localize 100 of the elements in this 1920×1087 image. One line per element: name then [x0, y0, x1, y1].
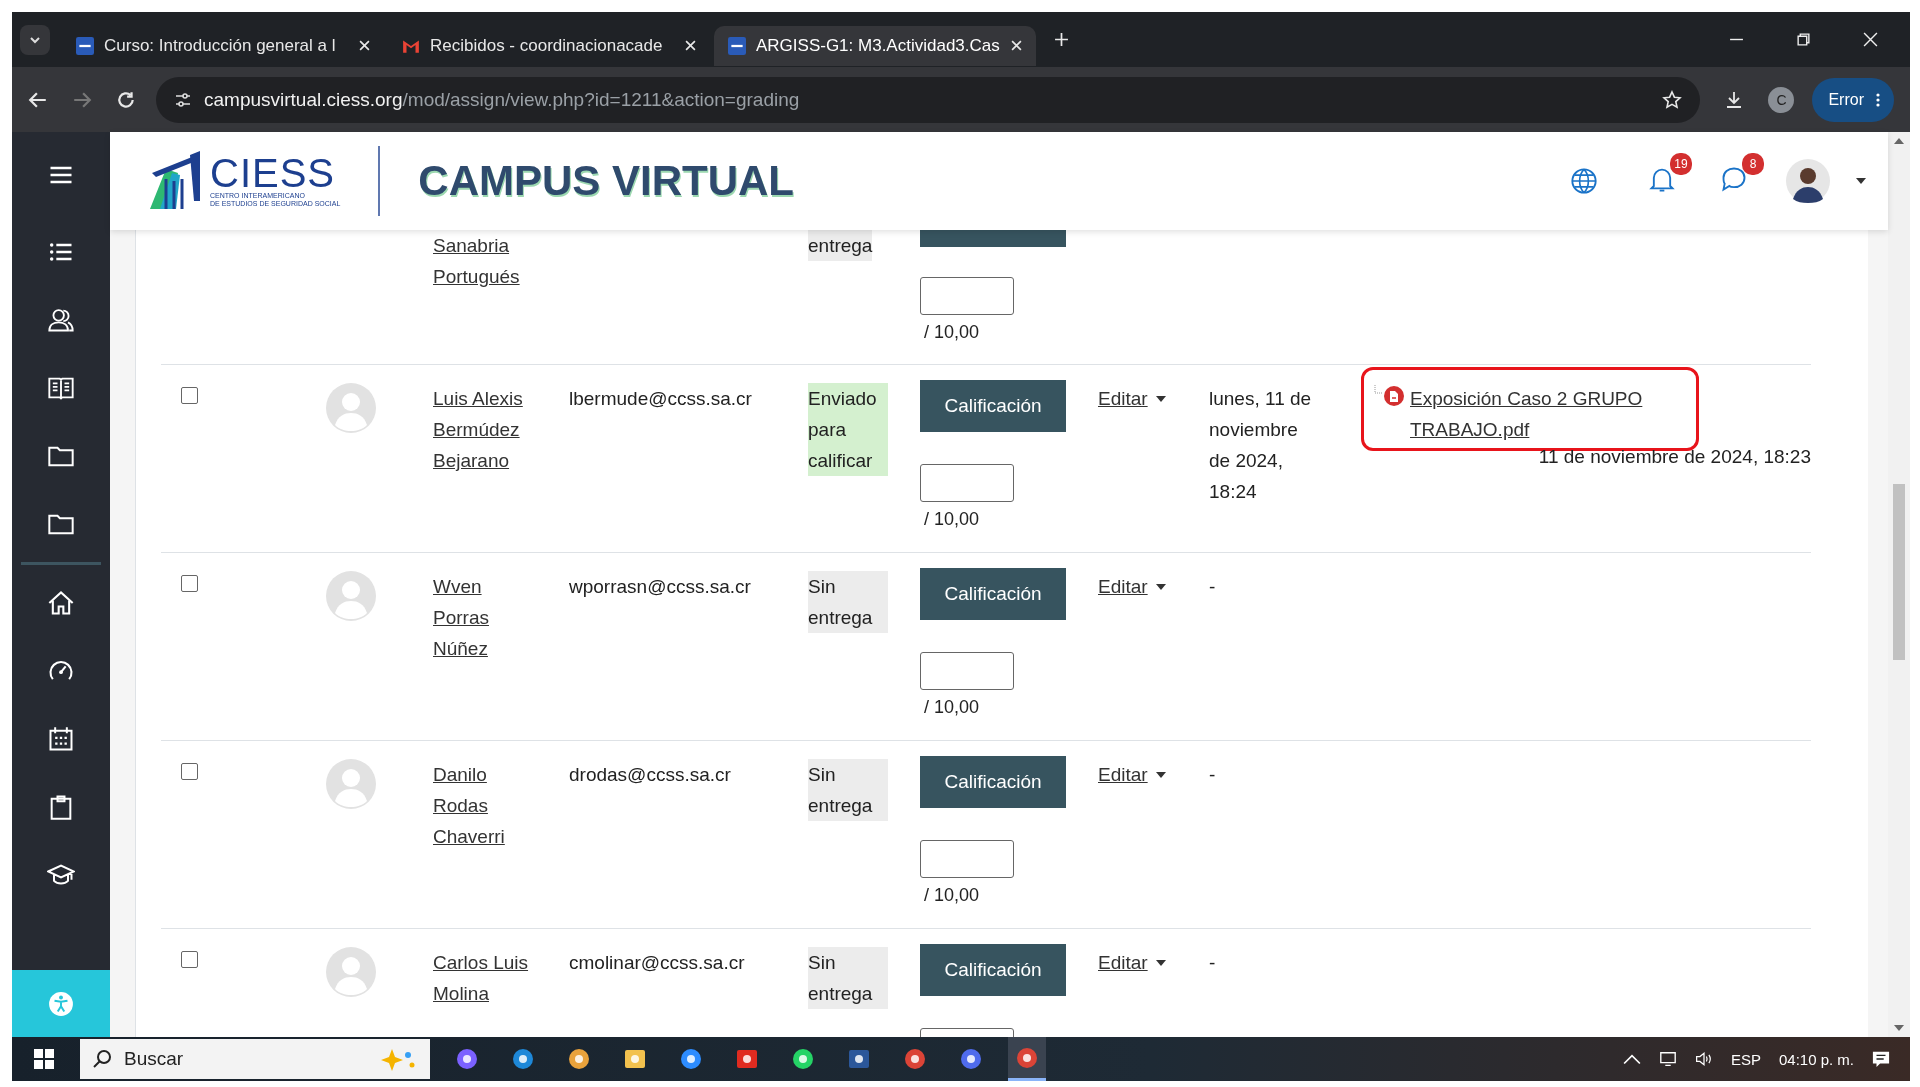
globe-icon[interactable] — [1570, 167, 1598, 195]
scroll-thumb[interactable] — [1893, 484, 1905, 660]
student-name-link[interactable]: Luis Alexis Bermúdez Bejarano — [433, 383, 535, 476]
app-icon — [567, 1047, 591, 1071]
app-icon — [511, 1047, 535, 1071]
pdf-file-icon — [1374, 385, 1404, 407]
file-date: 11 de noviembre de 2024, 18:23 — [1538, 445, 1811, 469]
edit-dropdown[interactable]: Editar — [1098, 947, 1166, 978]
user-avatar[interactable] — [1786, 159, 1830, 203]
grade-button[interactable]: Calificación — [920, 380, 1066, 432]
edit-dropdown[interactable]: Editar — [1098, 759, 1166, 790]
scrollbar[interactable] — [1888, 132, 1910, 1037]
student-name-link[interactable]: Danilo Rodas Chaverri — [433, 759, 535, 852]
browser-tab[interactable]: Curso: Introducción general a l — [62, 25, 384, 66]
edit-dropdown[interactable]: Editar — [1098, 383, 1166, 414]
scroll-down-icon[interactable] — [1894, 1025, 1904, 1031]
caret-icon — [1155, 959, 1166, 966]
clock-time[interactable]: 04:10 p. m. — [1778, 1050, 1854, 1068]
site-icon — [728, 36, 746, 55]
avatar-icon — [326, 947, 376, 997]
app-icon — [903, 1047, 927, 1071]
message-count: 8 — [1742, 153, 1764, 175]
avatar-icon — [326, 383, 376, 433]
row-checkbox[interactable] — [181, 575, 198, 592]
caret-icon[interactable] — [1856, 178, 1866, 184]
student-name-link[interactable]: Wven Porras Núñez — [433, 571, 535, 664]
caret-icon — [1155, 771, 1166, 778]
tab-search-button[interactable] — [20, 24, 50, 55]
accessibility-icon — [48, 990, 74, 1017]
submission-status: Sin entrega — [808, 571, 888, 633]
network-icon[interactable] — [1658, 1050, 1677, 1068]
submission-status: entrega — [808, 230, 873, 261]
row-checkbox[interactable] — [181, 387, 198, 404]
email-text: cmolinar@ccss.sa.cr — [569, 952, 745, 973]
submission-status: Sin entrega — [808, 947, 888, 1009]
grade-button[interactable]: Calificación — [920, 568, 1066, 620]
notification-count: 19 — [1670, 153, 1692, 175]
site-settings-icon — [174, 90, 192, 109]
caret-icon — [1155, 395, 1166, 402]
grade-input[interactable] — [920, 277, 1014, 315]
scroll-up-icon[interactable] — [1894, 138, 1904, 144]
submission-status: Sin entrega — [808, 759, 888, 821]
grade-button[interactable]: Calificación — [920, 944, 1066, 996]
volume-icon[interactable] — [1694, 1050, 1713, 1068]
student-name-link[interactable]: Carlos Luis Molina — [433, 947, 535, 1009]
site-icon — [76, 36, 94, 55]
browser-tab[interactable]: Recibidos - coordinacionacade — [388, 25, 710, 66]
row-checkbox[interactable] — [181, 951, 198, 968]
app-icon — [679, 1047, 703, 1071]
address-bar[interactable]: campusvirtual.ciess.org/mod/assign/view.php?id=1211&action=grading — [156, 76, 1701, 123]
home-icon[interactable] — [47, 589, 75, 617]
notification-center-icon[interactable] — [1872, 1050, 1890, 1068]
calendar-icon[interactable] — [47, 725, 75, 753]
student-name-link[interactable]: Sanabria Portugués — [433, 230, 535, 292]
users-icon[interactable] — [47, 306, 75, 334]
error-button[interactable]: Error — [1812, 77, 1894, 122]
input-language[interactable]: ESP — [1730, 1050, 1761, 1068]
chat-icon[interactable] — [1720, 165, 1748, 193]
profile-avatar[interactable]: C — [1768, 86, 1795, 113]
caret-icon — [1155, 583, 1166, 590]
email-text: wporrasn@ccss.sa.cr — [569, 576, 751, 597]
modified-date: - — [1209, 576, 1216, 597]
reload-icon[interactable] — [116, 89, 136, 110]
more-icon — [1876, 91, 1880, 108]
grade-maximum: / 10,00 — [923, 508, 980, 531]
grade-button[interactable]: Calificación — [920, 756, 1066, 808]
email-text: lbermude@ccss.sa.cr — [569, 388, 752, 409]
app-icon — [455, 1047, 479, 1071]
grade-maximum: / 10,00 — [923, 321, 980, 344]
grade-input[interactable] — [920, 464, 1014, 502]
bookmark-star-icon[interactable] — [1662, 89, 1683, 110]
taskbar-app[interactable] — [1008, 1037, 1046, 1081]
avatar-icon — [326, 571, 376, 621]
modified-date: lunes, 11 de noviembre de 2024, 18:24 — [1209, 388, 1312, 502]
grade-input[interactable] — [920, 652, 1014, 690]
grade-input[interactable] — [920, 840, 1014, 878]
file-link[interactable]: Exposición Caso 2 GRUPO TRABAJO.pdf — [1410, 383, 1670, 445]
grade-maximum: / 10,00 — [923, 696, 980, 719]
close-icon[interactable] — [1863, 32, 1878, 47]
app-icon — [735, 1047, 759, 1071]
browser-tab[interactable]: ARGISS-G1: M3.Actividad3.Cas — [714, 25, 1036, 66]
close-icon[interactable] — [685, 40, 696, 51]
logo-wordmark: CIESS — [210, 154, 337, 192]
row-checkbox[interactable] — [181, 763, 198, 780]
modified-date: - — [1209, 952, 1216, 973]
submission-status: Enviado para calificar — [808, 383, 888, 476]
restore-icon[interactable] — [1796, 32, 1811, 47]
close-icon[interactable] — [1011, 40, 1022, 51]
email-text: drodas@ccss.sa.cr — [569, 764, 731, 785]
app-icon — [847, 1047, 871, 1071]
taskbar-search-field[interactable]: Buscar — [80, 1039, 430, 1079]
edit-dropdown[interactable]: Editar — [1098, 571, 1166, 602]
windows-start-icon[interactable] — [34, 1049, 54, 1069]
app-icon — [959, 1047, 983, 1071]
modified-date: - — [1209, 764, 1216, 785]
avatar-icon — [326, 759, 376, 809]
site-title: CAMPUS VIRTUAL — [418, 157, 794, 205]
search-icon — [92, 1049, 112, 1069]
new-tab-icon[interactable] — [1054, 32, 1069, 47]
close-icon[interactable] — [359, 40, 370, 51]
